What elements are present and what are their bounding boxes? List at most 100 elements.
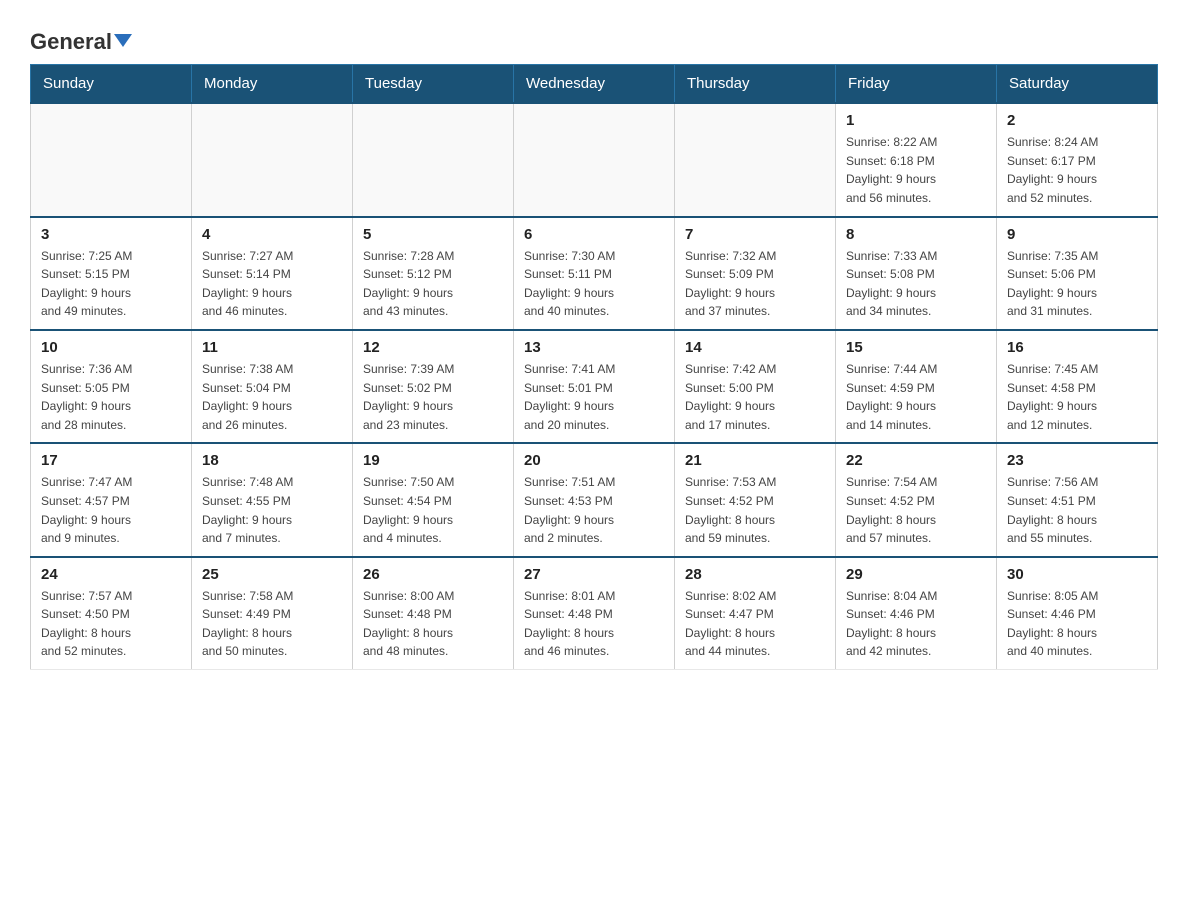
- weekday-header-wednesday: Wednesday: [514, 65, 675, 104]
- day-info: Sunrise: 7:25 AMSunset: 5:15 PMDaylight:…: [41, 247, 181, 321]
- day-number: 20: [524, 452, 664, 469]
- calendar-cell: 25 Sunrise: 7:58 AMSunset: 4:49 PMDayligh…: [192, 557, 353, 670]
- weekday-header-monday: Monday: [192, 65, 353, 104]
- calendar-cell: 9Sunrise: 7:35 AMSunset: 5:06 PMDaylight…: [997, 217, 1158, 330]
- weekday-header-saturday: Saturday: [997, 65, 1158, 104]
- day-number: 30: [1007, 566, 1147, 583]
- calendar-cell: 15 Sunrise: 7:44 AMSunset: 4:59 PMDayligh…: [836, 330, 997, 443]
- day-info: Sunrise: 8:01 AMSunset: 4:48 PMDaylight:…: [524, 587, 664, 661]
- day-info: Sunrise: 7:58 AMSunset: 4:49 PMDaylight:…: [202, 587, 342, 661]
- day-number: 26: [363, 566, 503, 583]
- day-info: Sunrise: 7:48 AMSunset: 4:55 PMDaylight:…: [202, 473, 342, 547]
- day-number: 6: [524, 226, 664, 243]
- calendar-cell: 18 Sunrise: 7:48 AMSunset: 4:55 PMDayligh…: [192, 443, 353, 556]
- day-info: Sunrise: 7:32 AMSunset: 5:09 PMDaylight:…: [685, 247, 825, 321]
- day-number: 14: [685, 339, 825, 356]
- day-number: 12: [363, 339, 503, 356]
- calendar-week-5: 24 Sunrise: 7:57 AMSunset: 4:50 PMDayligh…: [31, 557, 1158, 670]
- calendar-cell: [514, 103, 675, 216]
- day-number: 7: [685, 226, 825, 243]
- calendar-cell: 27 Sunrise: 8:01 AMSunset: 4:48 PMDayligh…: [514, 557, 675, 670]
- day-info: Sunrise: 8:00 AMSunset: 4:48 PMDaylight:…: [363, 587, 503, 661]
- day-info: Sunrise: 7:54 AMSunset: 4:52 PMDaylight:…: [846, 473, 986, 547]
- weekday-header-tuesday: Tuesday: [353, 65, 514, 104]
- weekday-header-thursday: Thursday: [675, 65, 836, 104]
- day-number: 4: [202, 226, 342, 243]
- weekday-header-friday: Friday: [836, 65, 997, 104]
- day-number: 17: [41, 452, 181, 469]
- day-number: 11: [202, 339, 342, 356]
- day-info: Sunrise: 8:24 AMSunset: 6:17 PMDaylight:…: [1007, 133, 1147, 207]
- calendar-cell: 22Sunrise: 7:54 AMSunset: 4:52 PMDayligh…: [836, 443, 997, 556]
- day-number: 9: [1007, 226, 1147, 243]
- day-info: Sunrise: 7:42 AMSunset: 5:00 PMDaylight:…: [685, 360, 825, 434]
- day-info: Sunrise: 7:41 AMSunset: 5:01 PMDaylight:…: [524, 360, 664, 434]
- day-info: Sunrise: 7:57 AMSunset: 4:50 PMDaylight:…: [41, 587, 181, 661]
- day-number: 5: [363, 226, 503, 243]
- calendar-table: SundayMondayTuesdayWednesdayThursdayFrid…: [30, 64, 1158, 670]
- calendar-cell: 23 Sunrise: 7:56 AMSunset: 4:51 PMDayligh…: [997, 443, 1158, 556]
- calendar-cell: 4Sunrise: 7:27 AMSunset: 5:14 PMDaylight…: [192, 217, 353, 330]
- day-info: Sunrise: 7:45 AMSunset: 4:58 PMDaylight:…: [1007, 360, 1147, 434]
- day-number: 13: [524, 339, 664, 356]
- day-info: Sunrise: 7:44 AMSunset: 4:59 PMDaylight:…: [846, 360, 986, 434]
- day-number: 29: [846, 566, 986, 583]
- calendar-cell: [31, 103, 192, 216]
- calendar-week-1: 1Sunrise: 8:22 AMSunset: 6:18 PMDaylight…: [31, 103, 1158, 216]
- day-info: Sunrise: 7:30 AMSunset: 5:11 PMDaylight:…: [524, 247, 664, 321]
- calendar-cell: 7 Sunrise: 7:32 AMSunset: 5:09 PMDaylight…: [675, 217, 836, 330]
- day-info: Sunrise: 8:02 AMSunset: 4:47 PMDaylight:…: [685, 587, 825, 661]
- weekday-header-sunday: Sunday: [31, 65, 192, 104]
- logo-text: General: [30, 30, 132, 54]
- calendar-cell: 5 Sunrise: 7:28 AMSunset: 5:12 PMDaylight…: [353, 217, 514, 330]
- calendar-cell: 13 Sunrise: 7:41 AMSunset: 5:01 PMDayligh…: [514, 330, 675, 443]
- calendar-cell: [675, 103, 836, 216]
- day-info: Sunrise: 7:28 AMSunset: 5:12 PMDaylight:…: [363, 247, 503, 321]
- calendar-cell: [353, 103, 514, 216]
- day-info: Sunrise: 8:05 AMSunset: 4:46 PMDaylight:…: [1007, 587, 1147, 661]
- day-number: 10: [41, 339, 181, 356]
- day-number: 3: [41, 226, 181, 243]
- day-number: 1: [846, 112, 986, 129]
- calendar-week-3: 10Sunrise: 7:36 AMSunset: 5:05 PMDayligh…: [31, 330, 1158, 443]
- day-info: Sunrise: 7:39 AMSunset: 5:02 PMDaylight:…: [363, 360, 503, 434]
- day-info: Sunrise: 7:53 AMSunset: 4:52 PMDaylight:…: [685, 473, 825, 547]
- calendar-cell: 6 Sunrise: 7:30 AMSunset: 5:11 PMDaylight…: [514, 217, 675, 330]
- day-number: 18: [202, 452, 342, 469]
- calendar-cell: 29 Sunrise: 8:04 AMSunset: 4:46 PMDayligh…: [836, 557, 997, 670]
- calendar-cell: 3 Sunrise: 7:25 AMSunset: 5:15 PMDaylight…: [31, 217, 192, 330]
- calendar-cell: [192, 103, 353, 216]
- weekday-header-row: SundayMondayTuesdayWednesdayThursdayFrid…: [31, 65, 1158, 104]
- day-number: 28: [685, 566, 825, 583]
- calendar-cell: 17 Sunrise: 7:47 AMSunset: 4:57 PMDayligh…: [31, 443, 192, 556]
- calendar-cell: 30 Sunrise: 8:05 AMSunset: 4:46 PMDayligh…: [997, 557, 1158, 670]
- calendar-cell: 8 Sunrise: 7:33 AMSunset: 5:08 PMDaylight…: [836, 217, 997, 330]
- day-info: Sunrise: 7:33 AMSunset: 5:08 PMDaylight:…: [846, 247, 986, 321]
- day-info: Sunrise: 7:51 AMSunset: 4:53 PMDaylight:…: [524, 473, 664, 547]
- logo: General: [30, 20, 132, 54]
- day-number: 2: [1007, 112, 1147, 129]
- calendar-week-4: 17 Sunrise: 7:47 AMSunset: 4:57 PMDayligh…: [31, 443, 1158, 556]
- calendar-cell: 1Sunrise: 8:22 AMSunset: 6:18 PMDaylight…: [836, 103, 997, 216]
- day-number: 25: [202, 566, 342, 583]
- day-info: Sunrise: 7:56 AMSunset: 4:51 PMDaylight:…: [1007, 473, 1147, 547]
- day-number: 23: [1007, 452, 1147, 469]
- calendar-cell: 19Sunrise: 7:50 AMSunset: 4:54 PMDayligh…: [353, 443, 514, 556]
- calendar-cell: 21 Sunrise: 7:53 AMSunset: 4:52 PMDayligh…: [675, 443, 836, 556]
- day-number: 19: [363, 452, 503, 469]
- day-number: 24: [41, 566, 181, 583]
- day-info: Sunrise: 7:47 AMSunset: 4:57 PMDaylight:…: [41, 473, 181, 547]
- calendar-cell: 10Sunrise: 7:36 AMSunset: 5:05 PMDayligh…: [31, 330, 192, 443]
- calendar-cell: 20 Sunrise: 7:51 AMSunset: 4:53 PMDayligh…: [514, 443, 675, 556]
- calendar-cell: 16Sunrise: 7:45 AMSunset: 4:58 PMDayligh…: [997, 330, 1158, 443]
- day-number: 27: [524, 566, 664, 583]
- day-info: Sunrise: 8:04 AMSunset: 4:46 PMDaylight:…: [846, 587, 986, 661]
- day-number: 8: [846, 226, 986, 243]
- calendar-cell: 2 Sunrise: 8:24 AMSunset: 6:17 PMDaylight…: [997, 103, 1158, 216]
- calendar-cell: 14 Sunrise: 7:42 AMSunset: 5:00 PMDayligh…: [675, 330, 836, 443]
- calendar-cell: 24 Sunrise: 7:57 AMSunset: 4:50 PMDayligh…: [31, 557, 192, 670]
- day-number: 15: [846, 339, 986, 356]
- calendar-cell: 11Sunrise: 7:38 AMSunset: 5:04 PMDayligh…: [192, 330, 353, 443]
- logo-triangle-icon: [114, 34, 132, 47]
- day-number: 21: [685, 452, 825, 469]
